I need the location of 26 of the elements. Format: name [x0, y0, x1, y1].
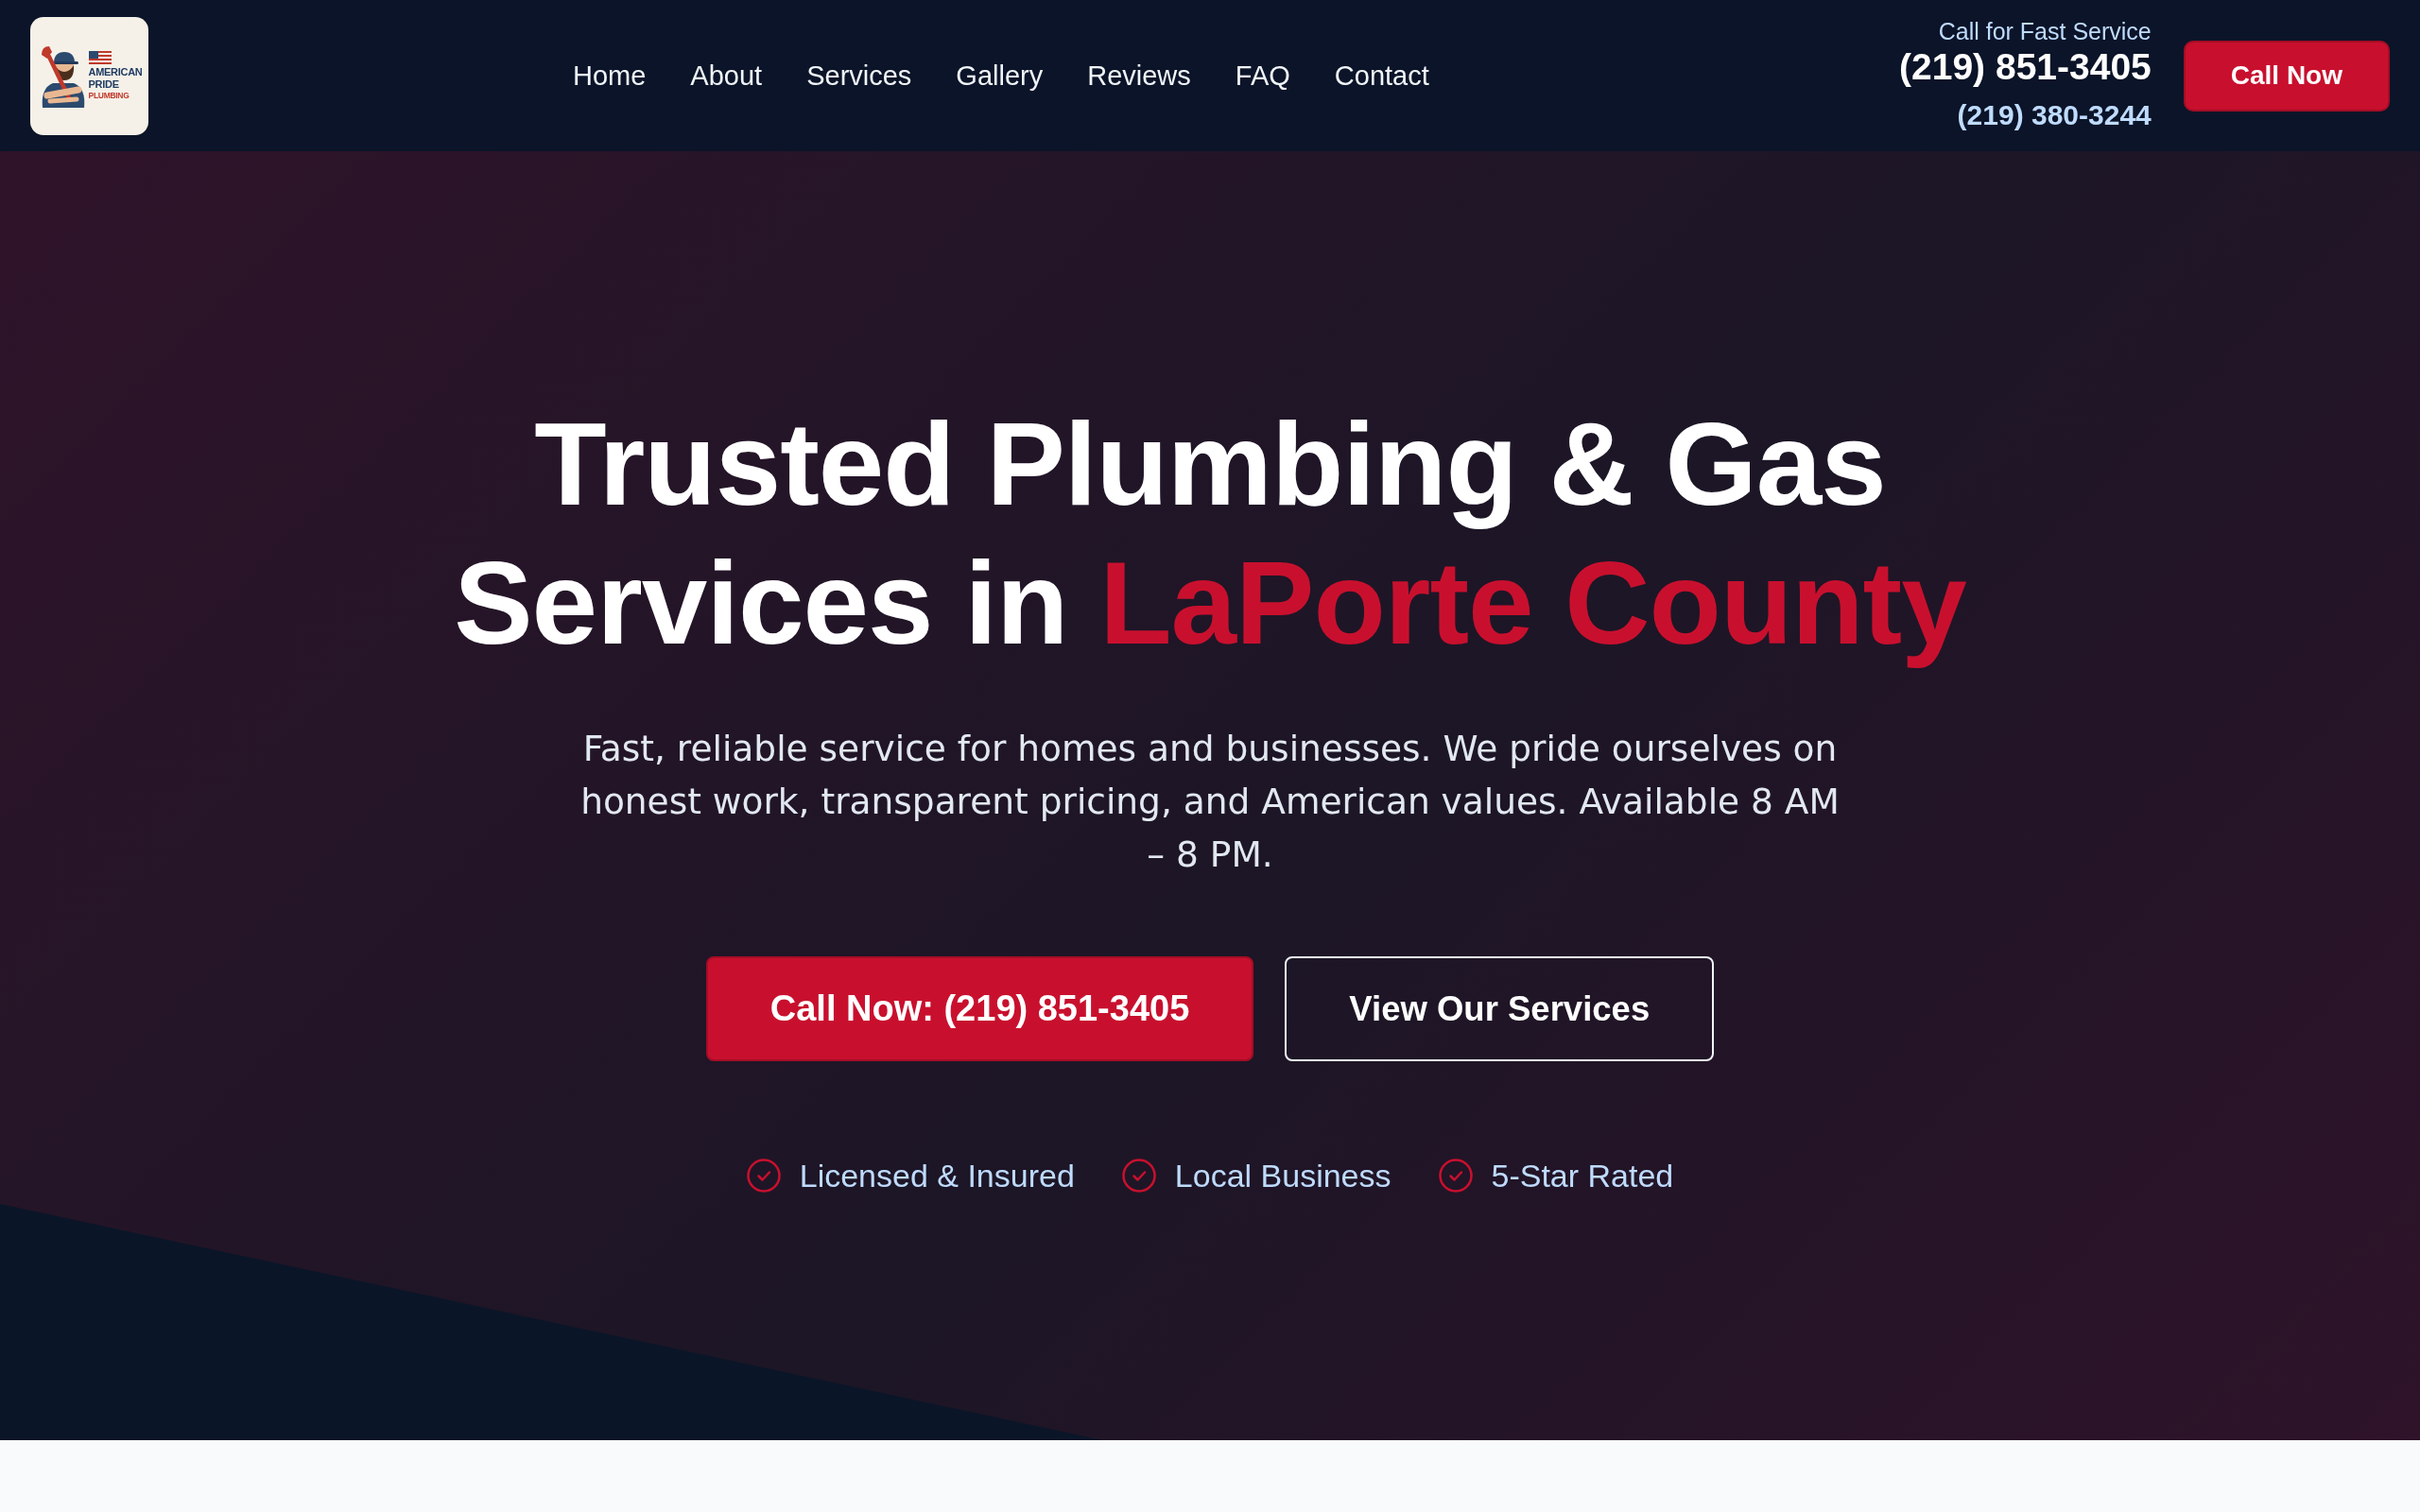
services-button[interactable]: View Our Services [1285, 956, 1715, 1061]
call-label: Call for Fast Service [1938, 17, 2152, 45]
headline: Trusted Plumbing & Gas Services in LaPorte County [453, 397, 1967, 670]
call-button[interactable]: Call Now: (219) 851-3405 [705, 956, 1254, 1061]
check-circle-icon [1438, 1159, 1473, 1193]
logo-text: PRIDE [88, 77, 119, 91]
check-circle-icon [1121, 1159, 1156, 1193]
nav-link[interactable]: Reviews [1087, 59, 1191, 93]
flag-icon [88, 50, 112, 64]
nav-link[interactable]: About [690, 59, 763, 93]
call-now-button[interactable]: Call Now [2183, 40, 2390, 112]
nav-link[interactable]: FAQ [1235, 59, 1290, 93]
phone-link[interactable]: (219) 380-3244 [1957, 96, 2152, 134]
nav-link[interactable]: Services [806, 59, 912, 93]
logo-text: AMERICAN [88, 65, 143, 78]
hero-subtitle: Fast, reliable service for homes and businesses. We pride ourselves on honest work, transparent pricing, and American values. Available 8 AM – 8 PM. [579, 727, 1841, 877]
nav-link[interactable]: Gallery [956, 59, 1044, 93]
feature-label: Local Business [1174, 1157, 1392, 1194]
check-circle-icon [746, 1159, 781, 1193]
feature-label: Licensed & Insured [799, 1157, 1075, 1194]
logo[interactable]: AMERICAN PRIDE PLUMBING [30, 16, 148, 135]
logo-text: PLUMBING [88, 90, 130, 101]
phone-link[interactable]: (219) 851-3405 [1899, 45, 2152, 89]
nav-link[interactable]: Home [573, 59, 647, 93]
nav-link[interactable]: Contact [1334, 59, 1429, 93]
feature-label: 5-Star Rated [1491, 1157, 1674, 1194]
